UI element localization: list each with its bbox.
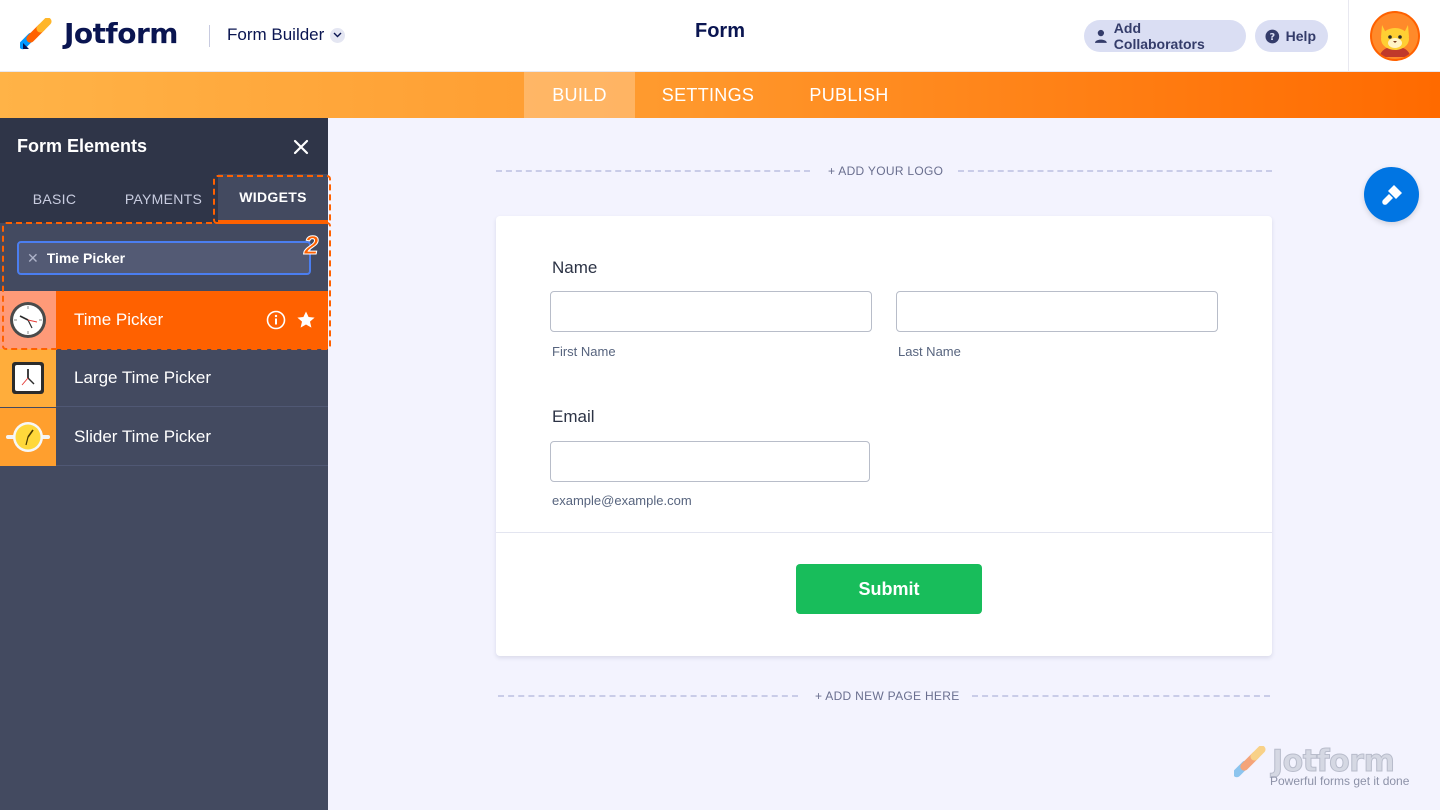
submit-button[interactable]: Submit	[796, 564, 982, 614]
tab-widgets[interactable]: WIDGETS	[218, 174, 328, 223]
page-dashed-line-right	[972, 695, 1270, 697]
widget-label: Large Time Picker	[74, 367, 211, 387]
star-icon[interactable]	[296, 310, 316, 330]
panel-header: Form Elements	[0, 118, 328, 174]
card-divider	[496, 532, 1272, 533]
form-title[interactable]: Form	[695, 20, 745, 42]
question-icon: ?	[1265, 29, 1280, 43]
clock-icon	[0, 291, 56, 349]
logo-text: Jotform	[64, 17, 178, 50]
name-label: Name	[552, 258, 598, 277]
tab-payments-label: PAYMENTS	[124, 190, 203, 207]
first-name-sublabel: First Name	[552, 344, 616, 359]
tab-widgets-label: WIDGETS	[239, 189, 307, 205]
panel-tabs: BASIC PAYMENTS WIDGETS	[0, 174, 328, 223]
header-divider	[209, 25, 210, 47]
widget-item-large-time-picker[interactable]: Large Time Picker	[0, 348, 328, 407]
form-card: Name First Name Last Name Email example@…	[496, 216, 1272, 656]
widget-search-input[interactable]	[46, 250, 287, 266]
help-label: Help	[1285, 28, 1316, 44]
jotform-logo-icon	[20, 17, 52, 49]
logo-dashed-line-left	[496, 170, 810, 172]
paint-roller-icon	[1381, 182, 1404, 205]
square-clock-icon	[0, 348, 56, 407]
widget-item-time-picker[interactable]: Time Picker	[0, 291, 328, 349]
step-number-badge: 2	[303, 230, 319, 261]
widget-item-slider-time-picker[interactable]: Slider Time Picker	[0, 407, 328, 466]
email-label: Email	[552, 407, 595, 426]
add-collaborators-button[interactable]: Add Collaborators	[1084, 20, 1246, 52]
tab-build-label: BUILD	[552, 84, 607, 105]
tab-payments[interactable]: PAYMENTS	[109, 174, 218, 223]
jotform-watermark: Jotform Powerful forms get it done	[1234, 744, 1414, 790]
svg-text:?: ?	[1269, 32, 1275, 43]
user-icon	[1094, 29, 1107, 43]
watermark-tagline: Powerful forms get it done	[1270, 774, 1410, 788]
close-icon[interactable]	[290, 136, 312, 158]
tab-basic-label: BASIC	[32, 190, 77, 207]
top-header: Jotform Form Builder Form Add Collaborat…	[0, 0, 1440, 72]
widget-label: Time Picker	[74, 310, 164, 329]
info-icon[interactable]	[266, 310, 286, 330]
tab-publish[interactable]: PUBLISH	[793, 72, 905, 118]
builder-navbar: BUILD SETTINGS PUBLISH	[0, 72, 1440, 118]
form-elements-panel: Form Elements BASIC PAYMENTS WIDGETS ✕ T…	[0, 118, 328, 810]
last-name-sublabel: Last Name	[898, 344, 961, 359]
add-new-page-link[interactable]: + ADD NEW PAGE HERE	[815, 689, 960, 703]
chevron-down-icon	[330, 27, 346, 43]
jotform-logo[interactable]: Jotform	[20, 17, 178, 50]
last-name-input[interactable]	[896, 291, 1218, 332]
email-input[interactable]	[550, 441, 870, 482]
add-logo-link[interactable]: + ADD YOUR LOGO	[828, 164, 943, 178]
tab-settings[interactable]: SETTINGS	[646, 72, 770, 118]
user-avatar[interactable]	[1370, 11, 1420, 61]
yellow-clock-icon	[0, 407, 56, 466]
page-dashed-line-left	[498, 695, 798, 697]
panel-title: Form Elements	[17, 136, 148, 156]
tab-publish-label: PUBLISH	[809, 84, 889, 105]
jotform-watermark-icon	[1234, 746, 1266, 778]
tab-build[interactable]: BUILD	[524, 72, 635, 118]
add-collaborators-label: Add Collaborators	[1113, 20, 1205, 52]
tab-basic[interactable]: BASIC	[0, 174, 109, 223]
form-designer-button[interactable]	[1364, 167, 1419, 222]
widget-label: Slider Time Picker	[74, 426, 211, 446]
help-button[interactable]: ? Help	[1255, 20, 1328, 52]
logo-dashed-line-right	[958, 170, 1272, 172]
widget-search-box: ✕	[17, 241, 311, 275]
avatar-cat-icon	[1372, 13, 1418, 59]
widget-search-area: ✕	[0, 223, 328, 291]
clear-search-icon[interactable]: ✕	[27, 250, 39, 267]
first-name-input[interactable]	[550, 291, 872, 332]
header-separator	[1348, 0, 1349, 72]
tab-settings-label: SETTINGS	[661, 84, 755, 105]
form-builder-dropdown[interactable]: Form Builder	[227, 25, 346, 45]
form-builder-label: Form Builder	[227, 25, 325, 44]
email-sublabel: example@example.com	[552, 493, 692, 508]
